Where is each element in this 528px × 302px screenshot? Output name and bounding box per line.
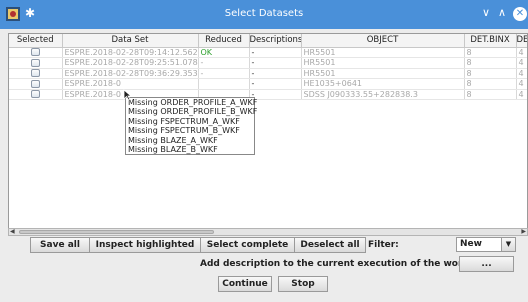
save-all-button[interactable]: Save all	[30, 237, 90, 253]
tooltip-line: Missing FSPECTRUM_A_WKF	[128, 116, 240, 126]
reduced-cell: -	[198, 68, 250, 79]
missing-products-tooltip: Missing ORDER_PROFILE_A_WKF Missing ORDE…	[125, 97, 258, 156]
scroll-left-arrow-icon[interactable]: ◀	[10, 228, 15, 235]
column-header-det-binx[interactable]: DET.BINX	[464, 34, 517, 48]
column-header-dataset[interactable]: Data Set	[62, 34, 199, 48]
biny-cell: 4	[516, 89, 527, 100]
row-checkbox-cell	[9, 47, 63, 58]
tooltip-line: Missing ORDER_PROFILE_A_WKF	[128, 98, 258, 107]
maximize-button[interactable]: ∧	[498, 6, 506, 19]
tooltip-line: Missing BLAZE_B_WKF	[128, 144, 218, 154]
continue-button[interactable]: Continue	[218, 276, 272, 292]
biny-cell: 4	[516, 68, 527, 79]
stop-button[interactable]: Stop	[278, 276, 328, 292]
scrollbar-thumb[interactable]	[19, 230, 214, 234]
select-checkbox[interactable]	[30, 58, 40, 67]
deselect-all-button[interactable]: Deselect all	[294, 237, 366, 253]
column-header-reduced[interactable]: Reduced	[198, 34, 250, 48]
column-header-selected[interactable]: Selected	[9, 34, 63, 48]
binx-cell: 8	[464, 47, 517, 58]
select-checkbox[interactable]	[30, 79, 40, 88]
table-row[interactable]: ESPRE.2018-0 - HE1035+0641 8 4	[9, 78, 527, 90]
chevron-down-icon[interactable]: ▼	[501, 238, 515, 251]
add-description-button[interactable]: ...	[459, 256, 514, 272]
window-title: Select Datasets	[224, 8, 304, 19]
column-header-descriptions[interactable]: Descriptions	[249, 34, 302, 48]
binx-cell: 8	[464, 78, 517, 90]
mouse-cursor-icon	[123, 89, 132, 101]
datasets-table: Selected Data Set Reduced Descriptions O…	[8, 33, 528, 231]
row-checkbox-cell	[9, 57, 63, 69]
filter-select[interactable]: New ▼	[456, 237, 516, 252]
dataset-cell: ESPRE.2018-0	[62, 78, 199, 90]
table-row[interactable]: ESPRE.2018-02-28T09:36:29.353 - - HR5501…	[9, 68, 527, 79]
close-button[interactable]: ✕	[513, 7, 527, 21]
column-header-det-biny[interactable]: DET.BINY	[516, 34, 527, 48]
description-cell: -	[249, 78, 302, 90]
object-cell: SDSS J090333.55+282838.3	[301, 89, 465, 100]
reduced-cell	[198, 78, 250, 90]
object-cell: HE1035+0641	[301, 78, 465, 90]
binx-cell: 8	[464, 57, 517, 69]
description-cell: -	[249, 57, 302, 69]
biny-cell: 4	[516, 47, 527, 58]
select-complete-button[interactable]: Select complete	[200, 237, 295, 253]
title-bar: ✱ Select Datasets ∨ ∧ ✕	[0, 0, 528, 29]
dataset-cell: ESPRE.2018-02-28T09:25:51.078	[62, 57, 199, 69]
description-cell: -	[249, 47, 302, 58]
reduced-cell: OK	[198, 47, 250, 58]
biny-cell: 4	[516, 78, 527, 90]
filter-selected-value: New	[460, 239, 482, 249]
object-cell: HR5501	[301, 57, 465, 69]
object-cell: HR5501	[301, 47, 465, 58]
scroll-right-arrow-icon[interactable]: ▶	[521, 228, 526, 235]
row-checkbox-cell	[9, 68, 63, 79]
table-header: Selected Data Set Reduced Descriptions O…	[9, 34, 527, 48]
biny-cell: 4	[516, 57, 527, 69]
object-cell: HR5501	[301, 68, 465, 79]
description-cell: -	[249, 68, 302, 79]
dataset-cell: ESPRE.2018-02-28T09:36:29.353	[62, 68, 199, 79]
table-row[interactable]: ESPRE.2018-02-28T09:25:51.078 - - HR5501…	[9, 57, 527, 69]
column-header-object[interactable]: OBJECT	[301, 34, 465, 48]
tooltip-line: Missing BLAZE_A_WKF	[128, 135, 218, 145]
binx-cell: 8	[464, 89, 517, 100]
select-checkbox[interactable]	[30, 90, 40, 99]
tooltip-line: Missing FSPECTRUM_B_WKF	[128, 126, 240, 136]
inspect-highlighted-button[interactable]: Inspect highlighted	[89, 237, 201, 253]
horizontal-scrollbar[interactable]: ◀ ▶	[8, 228, 528, 236]
row-checkbox-cell	[9, 78, 63, 90]
binx-cell: 8	[464, 68, 517, 79]
tooltip-line: Missing ORDER_PROFILE_B_WKF	[128, 107, 258, 117]
row-checkbox-cell	[9, 89, 63, 100]
select-checkbox[interactable]	[30, 48, 40, 57]
select-checkbox[interactable]	[30, 69, 40, 78]
reduced-cell: -	[198, 57, 250, 69]
table-row[interactable]: ESPRE.2018-02-28T09:14:12.562 OK - HR550…	[9, 47, 527, 58]
description-label: Add description to the current execution…	[200, 259, 494, 269]
minimize-button[interactable]: ∨	[482, 6, 490, 19]
table-row[interactable]: ESPRE.2018-0 - SDSS J090333.55+282838.3 …	[9, 89, 527, 100]
dataset-cell: ESPRE.2018-02-28T09:14:12.562	[62, 47, 199, 58]
filter-label: Filter:	[368, 240, 399, 250]
